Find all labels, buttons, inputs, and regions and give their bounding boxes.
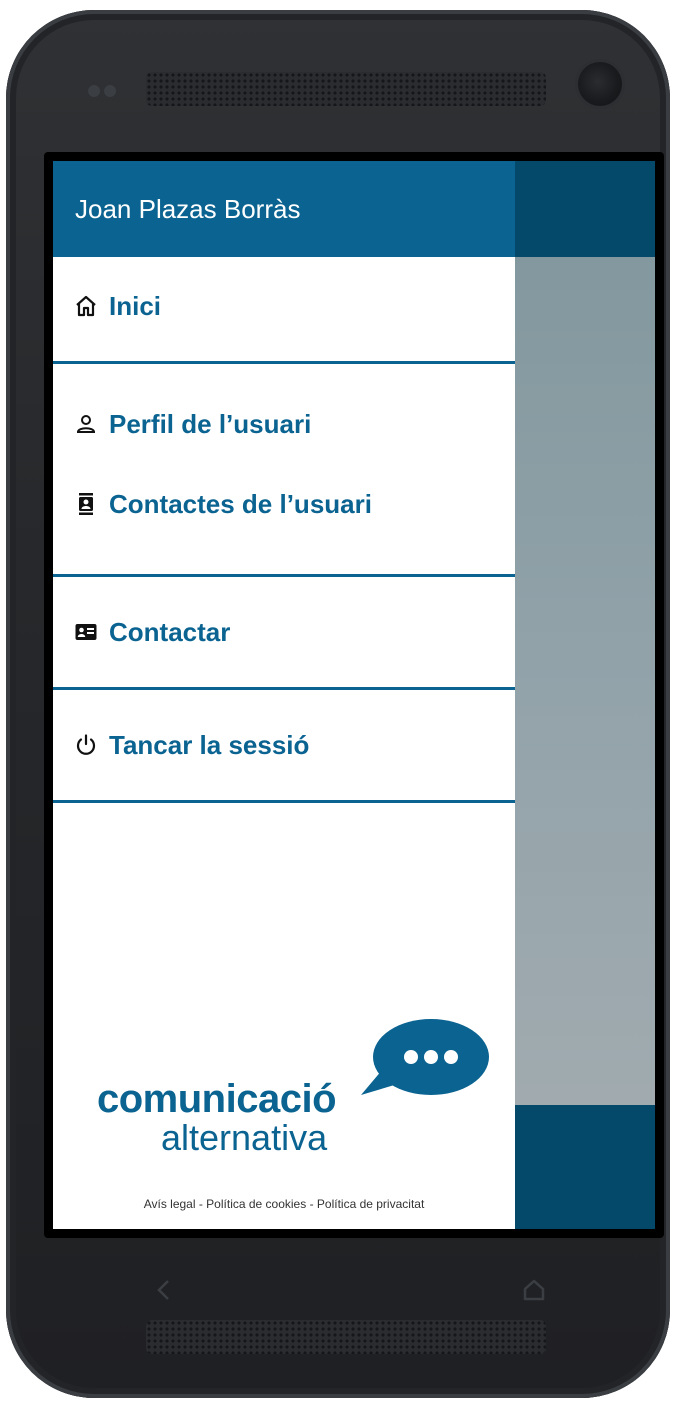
logo-line2: alternativa [161,1117,328,1158]
menu-group-user: Perfil de l’usuari Contactes de l’usuari [53,384,515,577]
menu-item-label: Contactes de l’usuari [109,488,372,519]
home-icon [73,293,99,319]
bottom-speaker [146,1320,546,1354]
menu-item-contactes[interactable]: Contactes de l’usuari [53,464,515,544]
menu-group-home: Inici [53,257,515,364]
menu-group-session: Tancar la sessió [53,690,515,803]
menu-item-tancar-sessio[interactable]: Tancar la sessió [53,730,309,761]
earpiece-speaker [146,72,546,106]
sensor-dots [88,84,120,102]
power-icon [73,732,99,758]
menu-item-label: Inici [109,290,162,321]
drawer-header: Joan Plazas Borràs [53,161,515,257]
menu-item-inici[interactable]: Inici [53,291,161,322]
user-name: Joan Plazas Borràs [75,193,301,224]
screen: Joan Plazas Borràs Inici Perfil de l’usu… [44,152,664,1238]
comunicacio-alternativa-logo: comunicació alternativa [93,1017,493,1158]
menu-item-label: Tancar la sessió [109,729,310,760]
speech-bubble-icon [361,1019,489,1095]
logo-line1: comunicació [97,1077,337,1121]
contact-card-icon [73,619,99,645]
app-footer-background [515,1105,655,1229]
menu-item-contactar[interactable]: Contactar [53,617,230,648]
menu-group-contact: Contactar [53,577,515,690]
front-camera [578,62,622,106]
system-nav-bar [6,1238,670,1318]
menu-item-label: Contactar [109,616,231,647]
contacts-icon [73,491,99,517]
drawer-scrim[interactable] [515,161,655,1229]
home-outline-icon[interactable] [522,1278,546,1307]
app-header-background [515,161,655,257]
legal-links[interactable]: Avís legal - Política de cookies - Polít… [53,1197,515,1211]
menu-item-label: Perfil de l’usuari [109,408,312,439]
user-icon [73,411,99,437]
navigation-drawer: Joan Plazas Borràs Inici Perfil de l’usu… [53,161,515,1229]
menu-item-perfil[interactable]: Perfil de l’usuari [53,384,515,464]
back-chevron-icon[interactable] [154,1278,174,1307]
phone-frame: Joan Plazas Borràs Inici Perfil de l’usu… [6,10,670,1398]
